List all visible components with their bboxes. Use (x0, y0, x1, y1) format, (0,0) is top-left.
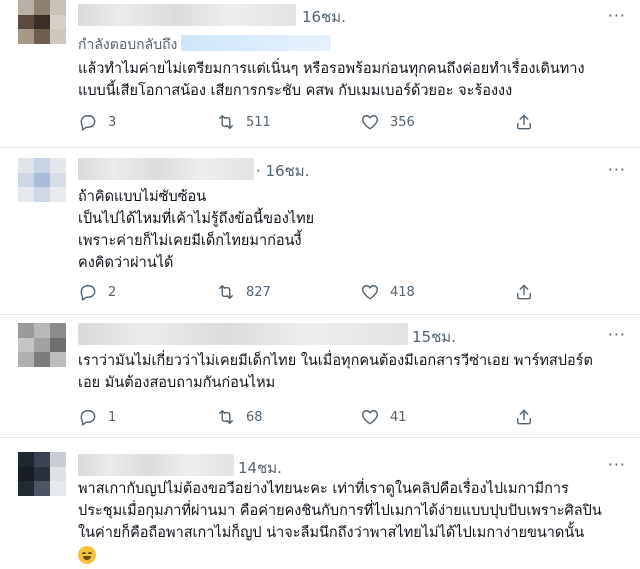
avatar[interactable] (18, 323, 66, 367)
reply-button[interactable]: 1 (78, 407, 116, 427)
tweet-actions: 1 68 41 (78, 407, 548, 431)
retweet-icon (219, 410, 233, 424)
tweet-time[interactable]: 14ชม. (238, 456, 282, 480)
like-count: 41 (390, 409, 407, 425)
reply-count: 2 (108, 284, 117, 300)
like-count: 418 (390, 284, 415, 300)
tweet-text: แล้วทำไมค่ายไม่เตรียมการแต่เนิ่นๆ หรือรอ… (78, 58, 634, 102)
like-button[interactable]: 356 (360, 112, 415, 132)
more-icon[interactable]: ··· (608, 160, 626, 179)
avatar[interactable] (18, 0, 66, 44)
tweet-line: ประชุมเมื่อกุมภาที่ผ่านมา คือค่ายคงชินกั… (78, 503, 602, 519)
tweet-4[interactable]: 14ชม. ··· พาสเกากับญปไม่ต้องขอวีอย่างไทย… (0, 438, 640, 569)
replying-to: กำลังตอบกลับถึง (78, 34, 332, 56)
reply-button[interactable]: 2 (78, 282, 116, 302)
reply-button[interactable]: 3 (78, 112, 116, 132)
tweet-time[interactable]: 16ชม. (302, 5, 346, 29)
share-icon (517, 284, 531, 300)
tweet-line: ถ้าคิดแบบไม่ซับซ้อน (78, 189, 207, 205)
mention-blurred[interactable] (181, 35, 332, 51)
user-name-blurred[interactable] (78, 323, 408, 345)
tweet-line: คงคิดว่าผ่านได้ (78, 255, 174, 271)
heart-icon (362, 285, 378, 300)
more-icon[interactable]: ··· (608, 325, 626, 344)
avatar[interactable] (18, 452, 66, 496)
tweet-text: ถ้าคิดแบบไม่ซับซ้อน เป็นไปได้ไหมที่เค้าไ… (78, 186, 634, 274)
reply-count: 1 (108, 409, 117, 425)
tweet-line: เราว่ามันไม่เกี่ยวว่าไม่เคยมีเด็กไทย ในเ… (78, 353, 593, 369)
reply-prefix: กำลังตอบกลับถึง (78, 37, 178, 53)
user-name-blurred[interactable] (78, 4, 296, 26)
tweet-line: เป็นไปได้ไหมที่เค้าไม่รู้ถึงข้อนี้ของไทย (78, 211, 315, 227)
tweet-time[interactable]: · 16ชม. (256, 159, 309, 183)
tweet-line: ในค่ายก็คือถือพาสเกาไม่ก็ญป น่าจะลืมนึกถ… (78, 525, 585, 541)
retweet-count: 68 (246, 409, 263, 425)
share-button[interactable] (514, 407, 534, 427)
reply-count: 3 (108, 114, 117, 130)
tweet-3[interactable]: 15ชม. ··· เราว่ามันไม่เกี่ยวว่าไม่เคยมีเ… (0, 315, 640, 437)
tweet-text: พาสเกากับญปไม่ต้องขอวีอย่างไทยนะคะ เท่าท… (78, 478, 634, 544)
retweet-icon (219, 285, 233, 299)
tweet-line: เอย มันต้องสอบถามกันก่อนไหม (78, 375, 276, 391)
retweet-count: 827 (246, 284, 271, 300)
reply-feed: 16ชม. ··· กำลังตอบกลับถึง แล้วทำไมค่ายไม… (0, 0, 640, 569)
tweet-text: เราว่ามันไม่เกี่ยวว่าไม่เคยมีเด็กไทย ในเ… (78, 350, 634, 394)
reply-icon (80, 410, 96, 426)
tweet-2[interactable]: · 16ชม. ··· ถ้าคิดแบบไม่ซับซ้อน เป็นไปได… (0, 148, 640, 314)
tweet-line: พาสเกากับญปไม่ต้องขอวีอย่างไทยนะคะ เท่าท… (78, 481, 569, 497)
user-name-blurred[interactable] (78, 158, 254, 180)
heart-icon (362, 115, 378, 130)
retweet-button[interactable]: 827 (216, 282, 271, 302)
like-count: 356 (390, 114, 415, 130)
tweet-line: แบบนี้เสียโอกาสน้อง เสียการกระชับ คสพ กั… (78, 83, 513, 99)
share-button[interactable] (514, 112, 534, 132)
share-button[interactable] (514, 282, 534, 302)
tweet-actions: 3 511 356 (78, 112, 548, 136)
tweet-actions: 2 827 418 (78, 282, 548, 306)
retweet-icon (219, 115, 233, 129)
tweet-1[interactable]: 16ชม. ··· กำลังตอบกลับถึง แล้วทำไมค่ายไม… (0, 0, 640, 148)
like-button[interactable]: 418 (360, 282, 415, 302)
share-icon (517, 114, 531, 130)
more-icon[interactable]: ··· (608, 455, 626, 474)
retweet-button[interactable]: 68 (216, 407, 263, 427)
retweet-button[interactable]: 511 (216, 112, 271, 132)
reply-icon (80, 115, 96, 131)
like-button[interactable]: 41 (360, 407, 407, 427)
grinning-sweat-emoji (78, 546, 96, 564)
tweet-time[interactable]: 15ชม. (412, 325, 456, 349)
more-icon[interactable]: ··· (608, 6, 626, 25)
tweet-line: เพราะค่ายก็ไม่เคยมีเด็กไทยมาก่อนงี้ (78, 233, 302, 249)
user-name-blurred[interactable] (78, 454, 234, 476)
avatar[interactable] (18, 158, 66, 202)
share-icon (517, 409, 531, 425)
reply-icon (80, 285, 96, 301)
heart-icon (362, 410, 378, 425)
retweet-count: 511 (246, 114, 271, 130)
tweet-line: แล้วทำไมค่ายไม่เตรียมการแต่เนิ่นๆ หรือรอ… (78, 61, 585, 77)
